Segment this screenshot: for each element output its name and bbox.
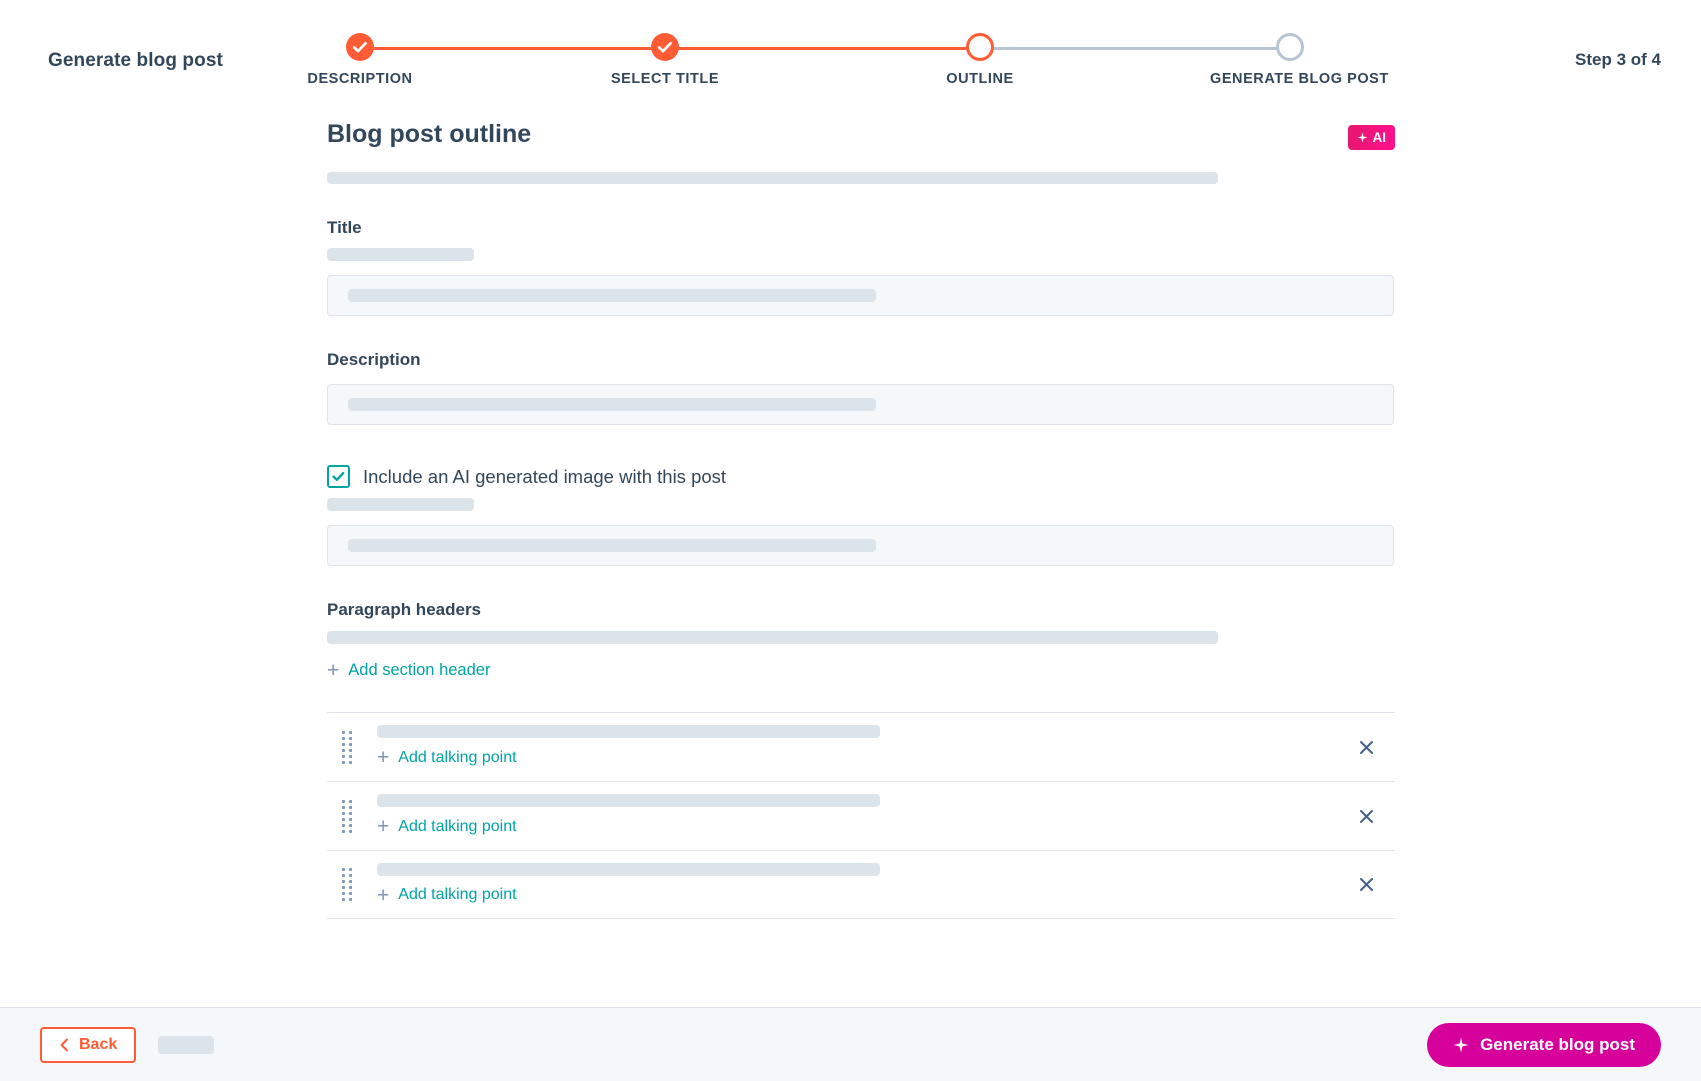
panel-header: Blog post outline AI: [327, 112, 1395, 158]
include-ai-image-row[interactable]: Include an AI generated image with this …: [327, 465, 1395, 488]
stepper-step-label: OUTLINE: [900, 71, 1060, 87]
back-button-label: Back: [79, 1036, 117, 1054]
check-icon: [651, 33, 679, 61]
ring-icon: [1276, 33, 1304, 61]
section-header-skeleton: [377, 725, 880, 738]
stepper-step-generate-blog-post[interactable]: GENERATE BLOG POST: [1210, 28, 1370, 87]
paragraph-headers-label: Paragraph headers: [327, 600, 1395, 620]
step-counter: Step 3 of 4: [1575, 50, 1661, 70]
generate-blog-post-page: Generate blog post DESCRIPTION SELE: [0, 0, 1701, 1081]
stepper-step-outline[interactable]: OUTLINE: [900, 28, 1060, 87]
image-prompt-helper-skeleton: [327, 498, 474, 511]
generate-blog-post-button[interactable]: Generate blog post: [1427, 1023, 1661, 1067]
drag-handle-icon[interactable]: [342, 799, 352, 833]
paragraph-headers-helper-skeleton: [327, 631, 1218, 644]
talking-point-list: + Add talking point: [327, 712, 1395, 919]
title-field-label: Title: [327, 218, 1395, 238]
description-input[interactable]: [327, 384, 1394, 425]
stepper-step-label: DESCRIPTION: [280, 71, 440, 87]
chevron-left-icon: [59, 1038, 70, 1052]
add-section-header-button[interactable]: + Add section header: [327, 660, 490, 681]
add-talking-point-button[interactable]: + Add talking point: [377, 885, 517, 906]
add-talking-point-label: Add talking point: [398, 818, 516, 836]
table-row: + Add talking point: [327, 712, 1395, 781]
description-input-value-skeleton: [348, 398, 876, 411]
page-footer: Back Generate blog post: [0, 1007, 1701, 1081]
generate-blog-post-label: Generate blog post: [1480, 1035, 1635, 1055]
add-talking-point-button[interactable]: + Add talking point: [377, 816, 517, 837]
plus-icon: +: [377, 747, 389, 768]
plus-icon: +: [377, 885, 389, 906]
include-ai-image-checkbox[interactable]: [327, 465, 350, 488]
progress-stepper: DESCRIPTION SELECT TITLE OUTLINE GENERAT…: [330, 28, 1320, 98]
description-field-label: Description: [327, 350, 1395, 370]
add-talking-point-button[interactable]: + Add talking point: [377, 747, 517, 768]
sparkle-icon: [1453, 1037, 1469, 1053]
image-prompt-value-skeleton: [348, 539, 876, 552]
talking-point-body: + Add talking point: [377, 863, 1395, 907]
ai-badge: AI: [1348, 125, 1396, 150]
talking-point-body: + Add talking point: [377, 794, 1395, 838]
sparkle-icon: [1357, 132, 1368, 143]
stepper-step-description[interactable]: DESCRIPTION: [280, 28, 440, 87]
stepper-step-select-title[interactable]: SELECT TITLE: [585, 28, 745, 87]
panel-subtitle-skeleton: [327, 172, 1218, 184]
title-helper-skeleton: [327, 248, 474, 261]
add-talking-point-label: Add talking point: [398, 749, 516, 767]
ai-badge-label: AI: [1373, 131, 1387, 145]
panel-title: Blog post outline: [327, 120, 531, 149]
section-header-skeleton: [377, 863, 880, 876]
footer-skeleton: [158, 1036, 214, 1054]
drag-handle-icon[interactable]: [342, 868, 352, 902]
page-title: Generate blog post: [48, 50, 223, 72]
section-header-skeleton: [377, 794, 880, 807]
stepper-step-label: SELECT TITLE: [585, 71, 745, 87]
title-input-value-skeleton: [348, 289, 876, 302]
ring-icon: [966, 33, 994, 61]
drag-handle-icon[interactable]: [342, 730, 352, 764]
table-row: + Add talking point: [327, 781, 1395, 850]
table-row: + Add talking point: [327, 850, 1395, 919]
image-prompt-input[interactable]: [327, 525, 1394, 566]
close-icon[interactable]: [1353, 734, 1379, 760]
check-icon: [346, 33, 374, 61]
close-icon[interactable]: [1353, 803, 1379, 829]
include-ai-image-label: Include an AI generated image with this …: [363, 466, 726, 488]
add-talking-point-label: Add talking point: [398, 886, 516, 904]
main-content: Blog post outline AI Title Descripti: [0, 112, 1701, 1007]
check-icon: [331, 469, 346, 484]
plus-icon: +: [327, 660, 339, 681]
plus-icon: +: [377, 816, 389, 837]
add-section-header-label: Add section header: [348, 661, 490, 680]
title-input[interactable]: [327, 275, 1394, 316]
close-icon[interactable]: [1353, 872, 1379, 898]
outline-form-panel: Blog post outline AI Title Descripti: [327, 112, 1395, 919]
talking-point-body: + Add talking point: [377, 725, 1395, 769]
page-header: Generate blog post DESCRIPTION SELE: [0, 0, 1701, 112]
stepper-step-label: GENERATE BLOG POST: [1210, 71, 1370, 87]
back-button[interactable]: Back: [40, 1027, 136, 1063]
